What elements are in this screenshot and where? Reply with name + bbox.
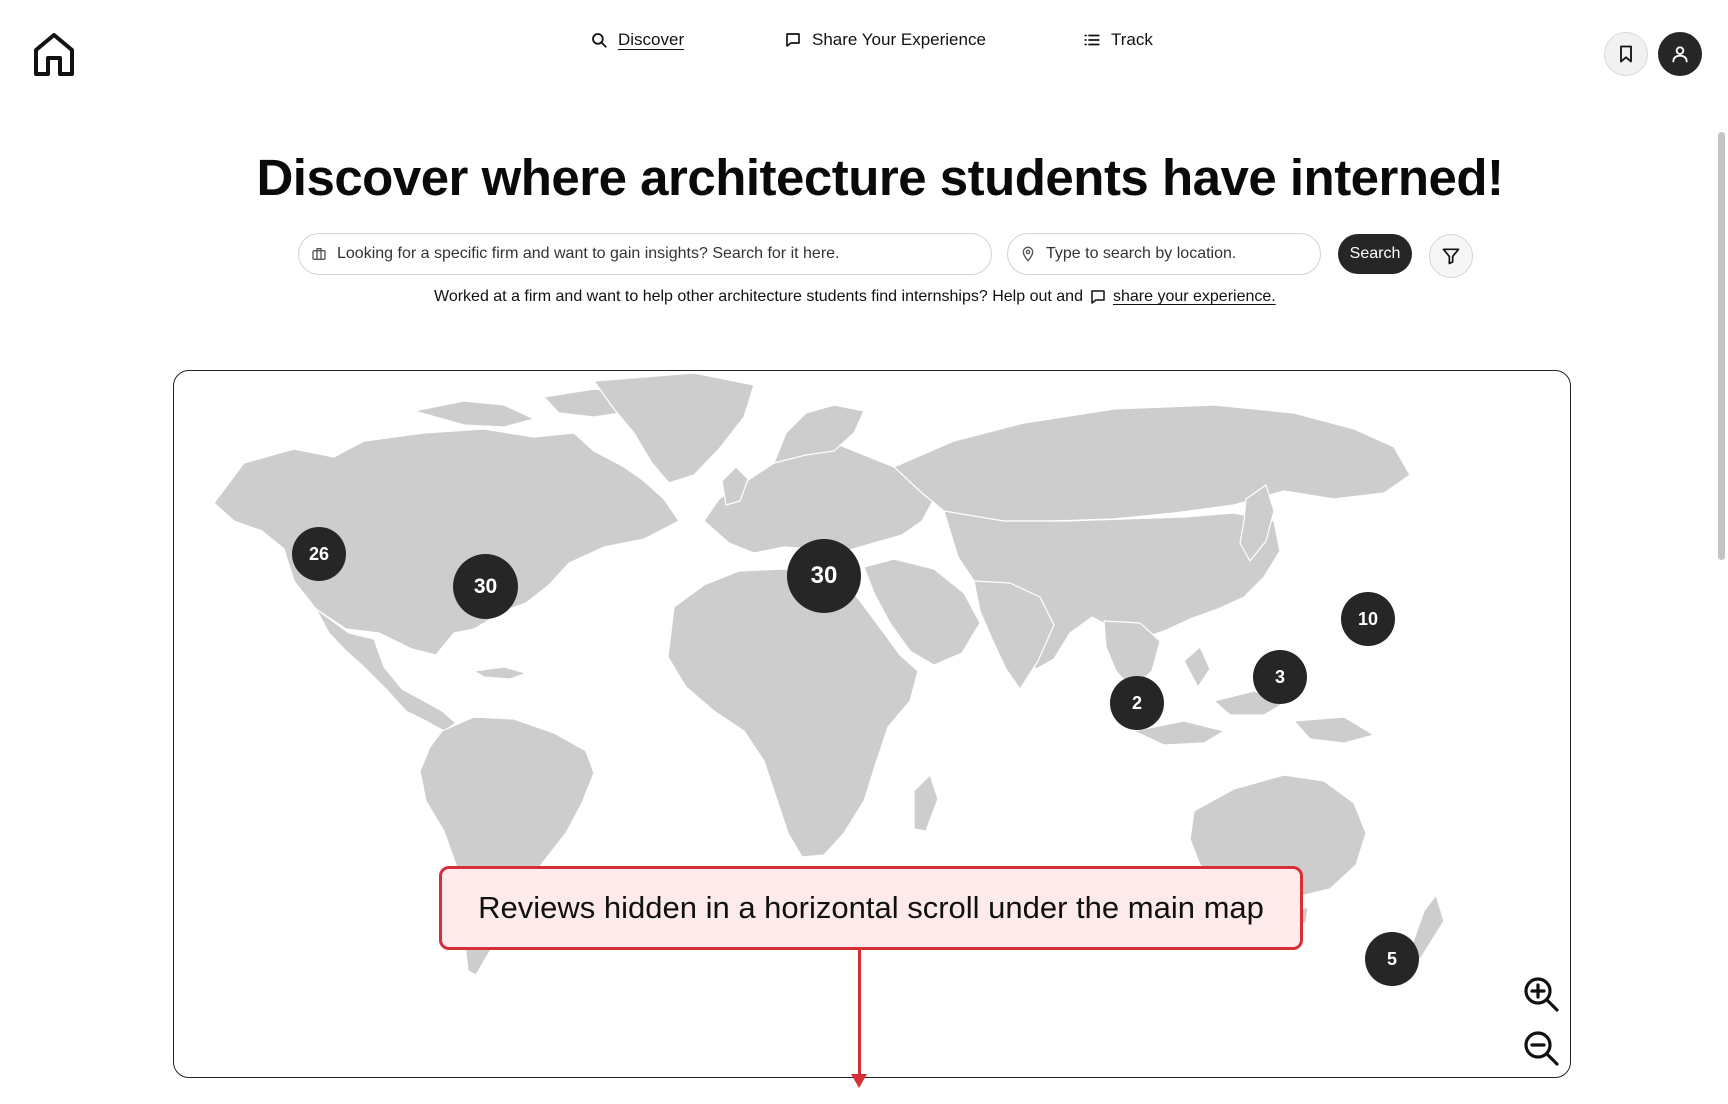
firm-search-field[interactable] xyxy=(298,233,992,275)
location-search-field[interactable] xyxy=(1007,233,1321,275)
page-scrollbar[interactable] xyxy=(1714,132,1728,1104)
world-map-land xyxy=(213,372,1445,978)
cluster-marker[interactable]: 26 xyxy=(292,527,346,581)
filter-icon xyxy=(1442,248,1460,265)
firm-search-input[interactable] xyxy=(337,245,991,263)
nav-share-label: Share Your Experience xyxy=(812,30,986,49)
nav-track-label: Track xyxy=(1111,30,1153,49)
annotation-arrowhead xyxy=(851,1074,867,1088)
zoom-in-button[interactable] xyxy=(1521,974,1561,1014)
zoom-out-icon xyxy=(1524,1031,1559,1066)
search-icon xyxy=(592,33,607,48)
share-experience-link[interactable]: share your experience. xyxy=(1089,288,1276,306)
annotation-callout: Reviews hidden in a horizontal scroll un… xyxy=(439,866,1303,950)
cluster-marker[interactable]: 30 xyxy=(787,539,861,613)
nav-share-experience[interactable]: Share Your Experience xyxy=(784,30,986,50)
zoom-in-icon xyxy=(1524,977,1559,1012)
world-map[interactable]: 26 30 30 10 3 2 5 xyxy=(173,370,1571,1078)
cluster-marker[interactable]: 10 xyxy=(1341,592,1395,646)
cluster-marker[interactable]: 30 xyxy=(453,554,518,619)
nav-discover-label: Discover xyxy=(618,30,685,49)
map-pin-icon xyxy=(1022,246,1034,262)
share-experience-link-label: share your experience. xyxy=(1112,288,1276,305)
list-icon xyxy=(1084,34,1100,46)
search-button[interactable]: Search xyxy=(1338,234,1412,274)
main-nav: Discover Share Your Experience Track xyxy=(0,30,1728,58)
cluster-marker[interactable]: 2 xyxy=(1110,676,1164,730)
user-icon xyxy=(1672,46,1688,63)
nav-track[interactable]: Track xyxy=(1083,30,1153,50)
annotation-pointer-line xyxy=(858,949,861,1077)
location-search-input[interactable] xyxy=(1046,245,1320,263)
nav-discover[interactable]: Discover xyxy=(590,30,684,50)
cluster-marker[interactable]: 5 xyxy=(1365,932,1419,986)
message-square-icon xyxy=(1091,290,1105,304)
bookmark-icon xyxy=(1620,45,1632,63)
share-prompt-text: Worked at a firm and want to help other … xyxy=(434,288,1083,305)
share-prompt: Worked at a firm and want to help other … xyxy=(434,288,1276,306)
cluster-marker[interactable]: 3 xyxy=(1253,650,1307,704)
filter-button[interactable] xyxy=(1429,234,1473,278)
bookmarks-button[interactable] xyxy=(1604,32,1648,76)
profile-button[interactable] xyxy=(1658,32,1702,76)
briefcase-icon xyxy=(312,248,326,260)
zoom-out-button[interactable] xyxy=(1521,1028,1561,1068)
message-square-icon xyxy=(786,33,800,47)
page-title: Discover where architecture students hav… xyxy=(256,149,1504,206)
